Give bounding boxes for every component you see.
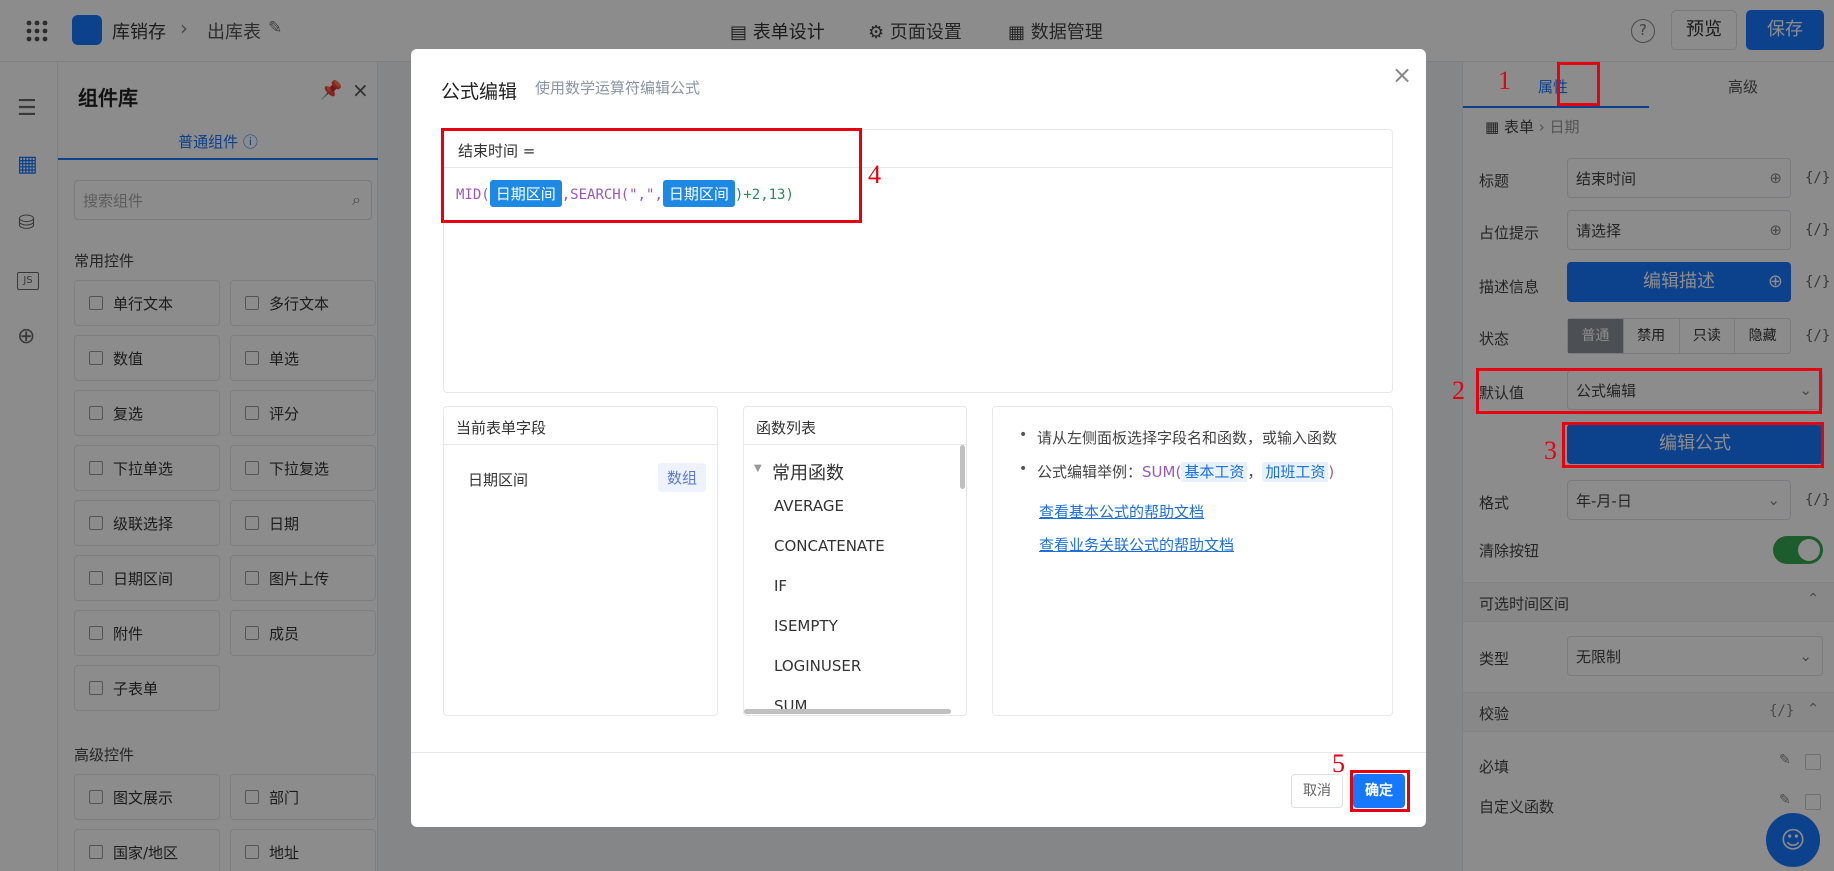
close-icon[interactable]: × [1392,61,1412,89]
footer-divider [411,752,1426,753]
help-panel: • 请从左侧面板选择字段名和函数，或输入函数 • 公式编辑举例：SUM(基本工资… [992,406,1393,716]
field-type-tag: 数组 [658,463,707,492]
annotation-number-5: 5 [1332,749,1345,778]
annotation-box-5 [1350,770,1410,812]
annotation-number-1: 1 [1498,66,1511,95]
annotation-box-2 [1476,368,1822,414]
function-item[interactable]: ISEMPTY [774,617,838,635]
annotation-box-4 [441,128,862,223]
function-group[interactable]: 常用函数 [772,459,844,485]
annotation-box-3 [1562,422,1824,468]
bullet: • [1019,461,1028,477]
dialog-subtitle: 使用数学运算符编辑公式 [535,79,701,97]
horizontal-scrollbar[interactable] [744,709,951,714]
help-text-1: 请从左侧面板选择字段名和函数，或输入函数 [1037,429,1338,447]
vertical-scrollbar[interactable] [960,445,965,489]
annotation-number-4: 4 [868,160,881,189]
function-item[interactable]: LOGINUSER [774,657,861,675]
caret-down-icon[interactable]: ▼ [754,463,762,474]
help-text-2: 公式编辑举例：SUM(基本工资，加班工资) [1037,462,1335,482]
annotation-box-1 [1557,62,1600,106]
bullet: • [1019,427,1028,443]
functions-header: 函数列表 [744,407,966,445]
dialog-title: 公式编辑 [441,81,518,103]
function-panel: 函数列表 ▼ 常用函数 AVERAGE CONCATENATE IF ISEMPTY L… [743,406,967,716]
help-link-basic[interactable]: 查看基本公式的帮助文档 [1039,501,1204,522]
help-link-business[interactable]: 查看业务关联公式的帮助文档 [1039,534,1234,555]
cancel-button[interactable]: 取消 [1291,774,1343,808]
function-item[interactable]: AVERAGE [774,497,844,515]
annotation-number-3: 3 [1544,436,1557,465]
fields-panel: 当前表单字段 日期区间 数组 [443,406,718,716]
function-item[interactable]: CONCATENATE [774,537,885,555]
field-item[interactable]: 日期区间 [468,469,528,490]
fields-header: 当前表单字段 [444,407,717,445]
function-item[interactable]: IF [774,577,787,595]
annotation-number-2: 2 [1452,376,1465,405]
